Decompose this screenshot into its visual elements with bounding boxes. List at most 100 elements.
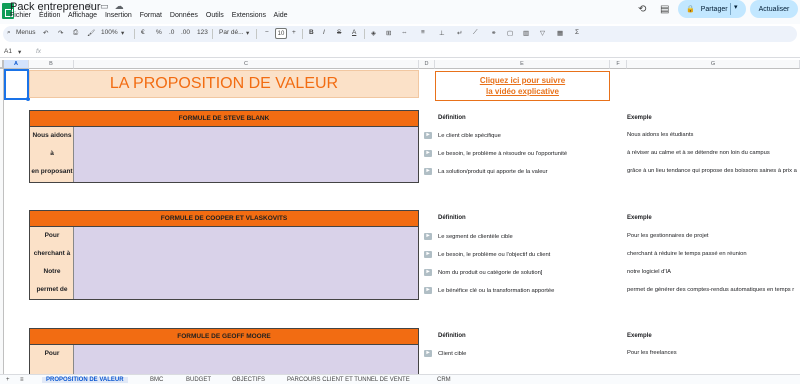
definition-text: La solution/produit qui apporte de la va… bbox=[438, 168, 548, 175]
add-sheet-icon[interactable]: + bbox=[6, 377, 10, 383]
fill-color-icon[interactable]: ◈ bbox=[371, 29, 376, 37]
cloud-status-icon[interactable]: ☁ bbox=[115, 1, 124, 11]
section-header-geoff-moore[interactable]: FORMULE DE GEOFF MOORE bbox=[29, 328, 419, 345]
decrease-decimal-button[interactable]: .0 bbox=[169, 29, 174, 36]
row-header-strip[interactable] bbox=[0, 69, 4, 374]
menu-outils[interactable]: Outils bbox=[206, 12, 224, 19]
tab-parcours-client[interactable]: PARCOURS CLIENT ET TUNNEL DE VENTE bbox=[287, 377, 410, 383]
column-header-d[interactable]: D bbox=[419, 60, 435, 69]
expand-icon[interactable]: ▸ bbox=[424, 150, 432, 157]
merge-cells-icon[interactable]: ⇔ bbox=[401, 29, 408, 36]
menu-extensions[interactable]: Extensions bbox=[232, 12, 266, 19]
definition-row: ▸ Le besoin, le problème ou l'objectif du… bbox=[424, 251, 550, 258]
percent-button[interactable]: % bbox=[156, 29, 162, 36]
font-size-increase-icon[interactable]: + bbox=[292, 29, 296, 36]
expand-icon[interactable]: ▸ bbox=[424, 269, 432, 276]
example-text: cherchant à réduire le temps passé en ré… bbox=[627, 251, 747, 257]
main-title-cell[interactable]: LA PROPOSITION DE VALEUR bbox=[29, 70, 419, 98]
font-size-input[interactable]: 10 bbox=[275, 28, 287, 39]
update-button[interactable]: Actualiser bbox=[750, 0, 798, 18]
expand-icon[interactable]: ▸ bbox=[424, 287, 432, 294]
menu-fichier[interactable]: Fichier bbox=[10, 12, 31, 19]
search-menus-label[interactable]: Menus bbox=[16, 29, 36, 36]
text-wrap-icon[interactable]: ↵ bbox=[457, 29, 462, 37]
move-folder-icon[interactable]: ▭ bbox=[100, 1, 109, 11]
expand-icon[interactable]: ▸ bbox=[424, 168, 432, 175]
text-rotation-icon[interactable]: ⟋ bbox=[473, 29, 478, 37]
undo-icon[interactable]: ↶ bbox=[43, 29, 48, 37]
version-history-icon[interactable]: ⟲ bbox=[638, 4, 646, 15]
redo-icon[interactable]: ↷ bbox=[58, 29, 63, 37]
filter-icon[interactable]: ▽ bbox=[540, 29, 545, 37]
expand-icon[interactable]: ▸ bbox=[424, 251, 432, 258]
definition-text: Le segment de clientèle cible bbox=[438, 233, 513, 240]
font-select[interactable]: Par dé... bbox=[219, 29, 244, 36]
share-button[interactable]: 🔒 Partager ▾ bbox=[678, 0, 746, 18]
paint-format-icon[interactable]: 🖌 bbox=[87, 29, 95, 37]
column-header-e[interactable]: E bbox=[435, 60, 610, 69]
column-header-c[interactable]: C bbox=[74, 60, 419, 69]
menu-format[interactable]: Format bbox=[140, 12, 162, 19]
horizontal-align-icon[interactable]: ≡ bbox=[421, 29, 425, 36]
video-link-line2[interactable]: la vidéo explicative bbox=[486, 86, 559, 97]
zoom-select[interactable]: 100% bbox=[101, 29, 118, 36]
video-link-line1[interactable]: Cliquez ici pour suivre bbox=[480, 75, 565, 86]
text-color-button[interactable]: A bbox=[352, 29, 356, 36]
italic-button[interactable]: I bbox=[323, 29, 325, 36]
section-header-cooper-vlaskovits[interactable]: FORMULE DE COOPER ET VLASKOVITS bbox=[29, 210, 419, 227]
insert-comment-icon[interactable]: ▢ bbox=[507, 29, 513, 37]
name-box-chevron-icon[interactable]: ▾ bbox=[18, 48, 21, 56]
font-size-decrease-icon[interactable]: − bbox=[265, 29, 269, 36]
example-text: Nous aidons les étudiants bbox=[627, 132, 694, 138]
vertical-align-icon[interactable]: ⊥ bbox=[439, 29, 445, 37]
section-input-area[interactable] bbox=[74, 127, 418, 182]
tab-proposition-de-valeur[interactable]: PROPOSITION DE VALEUR bbox=[42, 377, 128, 383]
selected-cell-a1[interactable] bbox=[4, 69, 30, 101]
more-formats-button[interactable]: 123 bbox=[197, 29, 208, 36]
functions-icon[interactable]: Σ bbox=[575, 29, 579, 36]
insert-chart-icon[interactable]: ▥ bbox=[523, 29, 529, 37]
expand-icon[interactable]: ▸ bbox=[424, 233, 432, 240]
menu-affichage[interactable]: Affichage bbox=[68, 12, 97, 19]
currency-button[interactable]: € bbox=[141, 29, 145, 36]
increase-decimal-button[interactable]: .00 bbox=[181, 29, 190, 36]
tab-bmc[interactable]: BMC bbox=[150, 377, 163, 383]
star-icon[interactable]: ☆ bbox=[86, 1, 94, 11]
filter-views-icon[interactable]: ▦ bbox=[557, 29, 563, 37]
expand-icon[interactable]: ▸ bbox=[424, 350, 432, 357]
definition-text: Nom du produit ou catégorie de solution] bbox=[438, 269, 543, 276]
section-input-area[interactable] bbox=[74, 227, 418, 299]
bold-button[interactable]: B bbox=[309, 29, 314, 36]
tab-objectifs[interactable]: OBJECTIFS bbox=[232, 377, 265, 383]
column-header-g[interactable]: G bbox=[627, 60, 800, 69]
menu-aide[interactable]: Aide bbox=[274, 12, 288, 19]
borders-icon[interactable]: ⊞ bbox=[386, 29, 391, 37]
formula-input[interactable] bbox=[46, 47, 796, 57]
column-header-a[interactable]: A bbox=[4, 60, 29, 69]
divider bbox=[212, 29, 213, 39]
column-header-b[interactable]: B bbox=[29, 60, 74, 69]
tab-crm[interactable]: CRM bbox=[437, 377, 451, 383]
comments-icon[interactable]: ▤ bbox=[660, 4, 669, 15]
expand-icon[interactable]: ▸ bbox=[424, 132, 432, 139]
section-body-steve-blank: Nous aidons à en proposant bbox=[29, 127, 419, 183]
font-chevron-icon[interactable]: ▾ bbox=[246, 29, 249, 37]
video-link-cell[interactable]: Cliquez ici pour suivre la vidéo explica… bbox=[435, 71, 610, 101]
section-input-area[interactable] bbox=[74, 345, 418, 374]
chevron-down-icon[interactable]: ▾ bbox=[734, 3, 738, 11]
print-icon[interactable]: ⎙ bbox=[73, 29, 78, 37]
zoom-chevron-icon[interactable]: ▾ bbox=[121, 29, 124, 37]
section-header-steve-blank[interactable]: FORMULE DE STEVE BLANK bbox=[29, 110, 419, 127]
column-header-f[interactable]: F bbox=[610, 60, 627, 69]
tab-budget[interactable]: BUDGET bbox=[186, 377, 211, 383]
all-sheets-icon[interactable]: ≡ bbox=[20, 377, 24, 383]
definition-text: Le client cible spécifique bbox=[438, 132, 501, 139]
menu-donnees[interactable]: Données bbox=[170, 12, 198, 19]
insert-link-icon[interactable]: ⚭ bbox=[491, 29, 496, 37]
menu-insertion[interactable]: Insertion bbox=[105, 12, 132, 19]
search-menus-icon[interactable]: ⌕ bbox=[7, 29, 11, 37]
strikethrough-button[interactable]: S bbox=[337, 29, 341, 36]
menu-edition[interactable]: Édition bbox=[39, 12, 60, 19]
cell-reference[interactable]: A1 bbox=[4, 48, 12, 55]
definition-text: Le bénéfice clé ou la transformation app… bbox=[438, 287, 555, 294]
